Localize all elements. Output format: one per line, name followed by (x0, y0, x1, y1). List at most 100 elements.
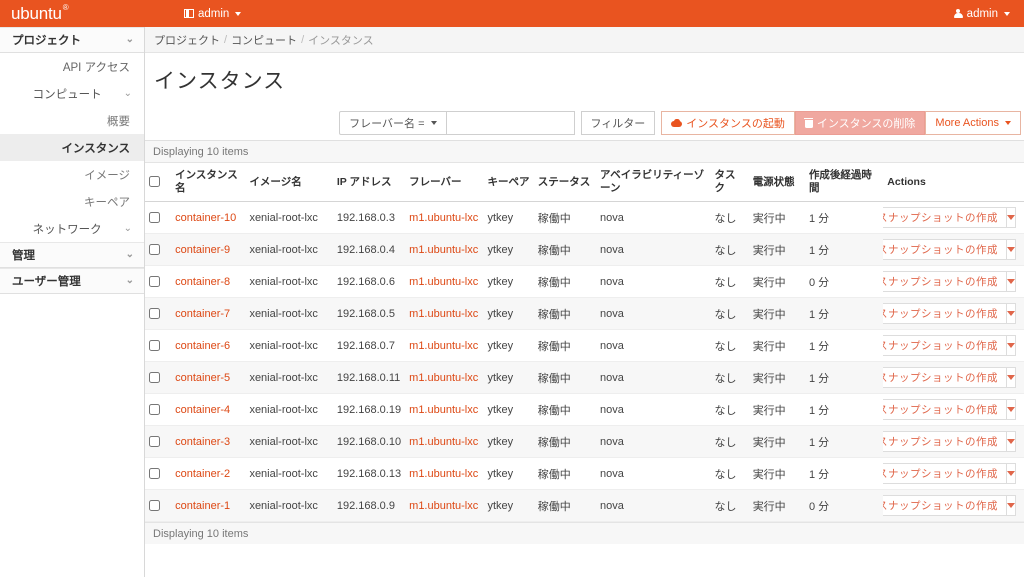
row-select-checkbox[interactable] (149, 372, 160, 384)
instance-flavor-link-text[interactable]: m1.ubuntu-lxc (409, 404, 478, 416)
instance-flavor-link-text[interactable]: m1.ubuntu-lxc (409, 308, 478, 320)
instance-flavor-link-text[interactable]: m1.ubuntu-lxc (409, 436, 478, 448)
instance-name-link[interactable]: container-5 (171, 361, 246, 395)
instance-flavor-link[interactable]: m1.ubuntu-lxc (405, 361, 484, 395)
filter-type-select[interactable]: フレーバー名 = (339, 110, 447, 135)
instance-name-link-text[interactable]: container-7 (175, 308, 230, 320)
instance-name-link-text[interactable]: container-4 (175, 404, 230, 416)
instance-name-link[interactable]: container-3 (171, 425, 246, 459)
sidebar-group-admin[interactable]: 管理 ⌄ (0, 242, 144, 268)
row-actions-dropdown-button[interactable] (1006, 431, 1016, 453)
instance-name-link-text[interactable]: container-2 (175, 468, 230, 480)
row-select-checkbox[interactable] (149, 500, 160, 512)
instance-flavor-link-text[interactable]: m1.ubuntu-lxc (409, 212, 478, 224)
instance-name-link-text[interactable]: container-8 (175, 276, 230, 288)
instance-flavor-link-text[interactable]: m1.ubuntu-lxc (409, 500, 478, 512)
instance-name-link-text[interactable]: container-1 (175, 500, 230, 512)
instance-flavor-link[interactable]: m1.ubuntu-lxc (405, 425, 484, 459)
sidebar-item-instances[interactable]: インスタンス (0, 134, 144, 161)
filter-button[interactable]: フィルター (580, 110, 656, 135)
instance-flavor-link[interactable]: m1.ubuntu-lxc (405, 329, 484, 363)
create-snapshot-button[interactable]: スナップショットの作成 (883, 303, 1006, 325)
row-actions-dropdown-button[interactable] (1006, 463, 1016, 485)
instance-flavor-link-text[interactable]: m1.ubuntu-lxc (409, 244, 478, 256)
instance-name-link[interactable]: container-9 (171, 233, 246, 267)
row-actions-dropdown-button[interactable] (1006, 239, 1016, 261)
launch-instance-button[interactable]: インスタンスの起動 (661, 110, 795, 135)
create-snapshot-button[interactable]: スナップショットの作成 (883, 463, 1006, 485)
instance-name-link-text[interactable]: container-3 (175, 436, 230, 448)
create-snapshot-button[interactable]: スナップショットの作成 (883, 495, 1006, 517)
instance-name-link[interactable]: container-8 (171, 265, 246, 299)
row-select-checkbox[interactable] (149, 404, 160, 416)
create-snapshot-button[interactable]: スナップショットの作成 (883, 207, 1006, 229)
column-header-name[interactable]: インスタンス名 (171, 163, 246, 203)
row-actions-dropdown-button[interactable] (1006, 399, 1016, 421)
sidebar-subgroup-compute[interactable]: コンピュート ⌄ (0, 80, 144, 107)
row-actions-dropdown-button[interactable] (1006, 271, 1016, 293)
create-snapshot-button[interactable]: スナップショットの作成 (883, 239, 1006, 261)
search-input[interactable] (446, 110, 575, 135)
instance-flavor-link-text[interactable]: m1.ubuntu-lxc (409, 276, 478, 288)
row-actions-dropdown-button[interactable] (1006, 303, 1016, 325)
more-actions-button[interactable]: More Actions (925, 110, 1021, 135)
instance-flavor-link[interactable]: m1.ubuntu-lxc (405, 393, 484, 427)
instance-name-link-text[interactable]: container-9 (175, 244, 230, 256)
create-snapshot-button[interactable]: スナップショットの作成 (883, 335, 1006, 357)
row-select-checkbox[interactable] (149, 308, 160, 320)
row-actions-dropdown-button[interactable] (1006, 207, 1016, 229)
create-snapshot-button[interactable]: スナップショットの作成 (883, 431, 1006, 453)
instance-flavor-link[interactable]: m1.ubuntu-lxc (405, 265, 484, 299)
column-header-flavor[interactable]: フレーバー (405, 163, 484, 203)
create-snapshot-button[interactable]: スナップショットの作成 (883, 271, 1006, 293)
sidebar-item-images[interactable]: イメージ (0, 161, 144, 188)
delete-instances-button[interactable]: インスタンスの削除 (794, 110, 926, 135)
column-header-az[interactable]: アベイラビリティーゾーン (596, 163, 711, 203)
instance-flavor-link[interactable]: m1.ubuntu-lxc (405, 489, 484, 523)
sidebar-subgroup-network[interactable]: ネットワーク ⌄ (0, 215, 144, 242)
sidebar-group-identity[interactable]: ユーザー管理 ⌄ (0, 268, 144, 294)
row-actions-dropdown-button[interactable] (1006, 495, 1016, 517)
instance-flavor-link[interactable]: m1.ubuntu-lxc (405, 297, 484, 331)
instance-name-link-text[interactable]: container-6 (175, 340, 230, 352)
breadcrumb-item-compute[interactable]: コンピュート (231, 32, 297, 48)
row-select-checkbox[interactable] (149, 468, 160, 480)
instance-name-link[interactable]: container-4 (171, 393, 246, 427)
column-header-power[interactable]: 電源状態 (748, 163, 805, 203)
ubuntu-logo[interactable]: ubuntu® (0, 0, 145, 27)
row-select-checkbox[interactable] (149, 436, 160, 448)
instance-name-link[interactable]: container-1 (171, 489, 246, 523)
column-header-task[interactable]: タスク (710, 163, 749, 203)
instance-flavor-link[interactable]: m1.ubuntu-lxc (405, 201, 484, 235)
instance-name-link[interactable]: container-6 (171, 329, 246, 363)
row-select-checkbox[interactable] (149, 340, 160, 352)
row-select-checkbox[interactable] (149, 276, 160, 288)
sidebar-item-overview[interactable]: 概要 (0, 107, 144, 134)
column-header-uptime[interactable]: 作成後経過時間 (804, 163, 884, 203)
create-snapshot-button[interactable]: スナップショットの作成 (883, 399, 1006, 421)
column-header-status[interactable]: ステータス (533, 163, 596, 203)
instance-flavor-link-text[interactable]: m1.ubuntu-lxc (409, 468, 478, 480)
instance-flavor-link[interactable]: m1.ubuntu-lxc (405, 233, 484, 267)
create-snapshot-button[interactable]: スナップショットの作成 (883, 367, 1006, 389)
user-menu[interactable]: admin (945, 0, 1019, 27)
row-actions-dropdown-button[interactable] (1006, 367, 1016, 389)
instance-name-link[interactable]: container-7 (171, 297, 246, 331)
column-header-ip[interactable]: IP アドレス (332, 163, 406, 203)
sidebar-item-api-access[interactable]: API アクセス (0, 53, 144, 80)
sidebar-item-key-pairs[interactable]: キーペア (0, 188, 144, 215)
column-header-keypair[interactable]: キーペア (483, 163, 534, 203)
row-actions-dropdown-button[interactable] (1006, 335, 1016, 357)
select-all-checkbox[interactable] (149, 176, 160, 188)
instance-flavor-link-text[interactable]: m1.ubuntu-lxc (409, 340, 478, 352)
row-select-checkbox[interactable] (149, 244, 160, 256)
instance-name-link-text[interactable]: container-5 (175, 372, 230, 384)
breadcrumb-item-project[interactable]: プロジェクト (154, 32, 220, 48)
instance-name-link[interactable]: container-10 (171, 201, 246, 235)
instance-flavor-link[interactable]: m1.ubuntu-lxc (405, 457, 484, 491)
instance-flavor-link-text[interactable]: m1.ubuntu-lxc (409, 372, 478, 384)
project-switcher[interactable]: admin (175, 0, 250, 27)
column-header-image[interactable]: イメージ名 (245, 163, 333, 203)
instance-name-link[interactable]: container-2 (171, 457, 246, 491)
row-select-checkbox[interactable] (149, 212, 160, 224)
